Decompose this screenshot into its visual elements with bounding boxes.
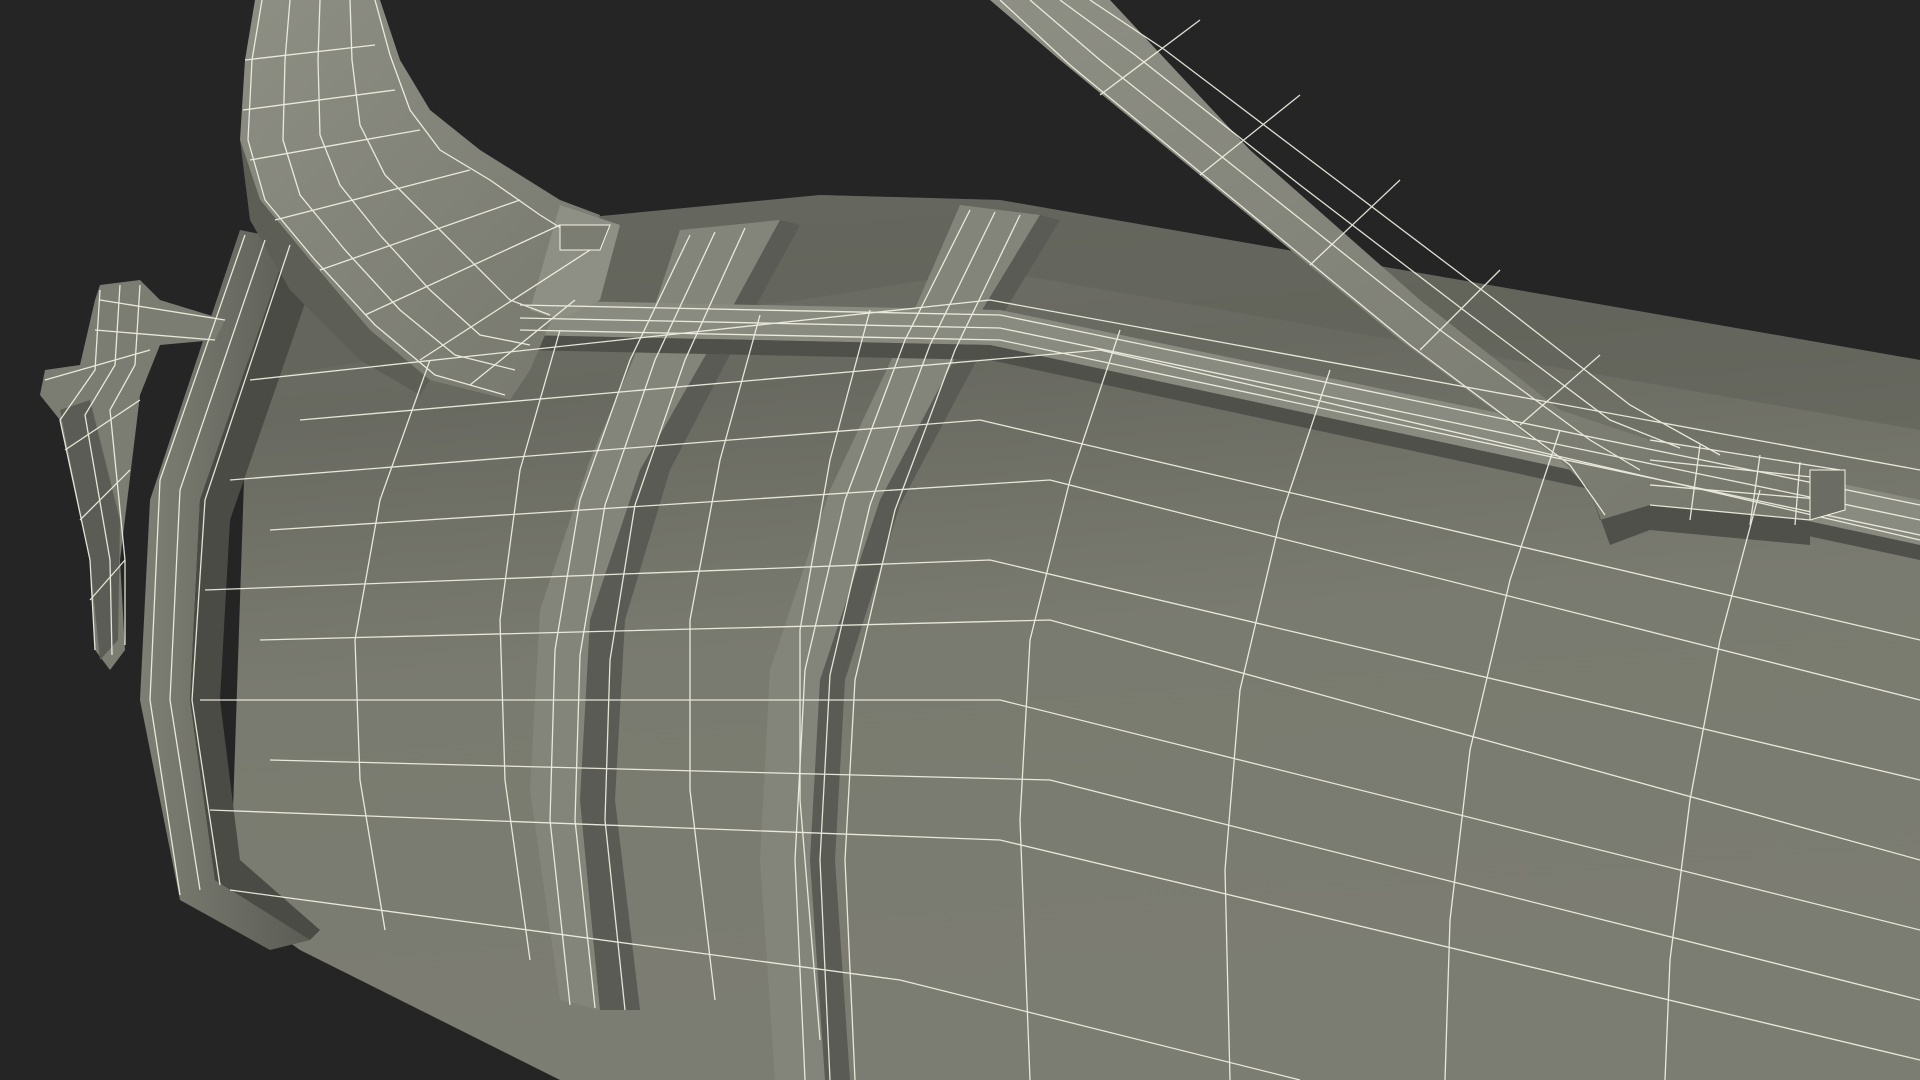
wireframe-render-viewport (0, 0, 1920, 1080)
